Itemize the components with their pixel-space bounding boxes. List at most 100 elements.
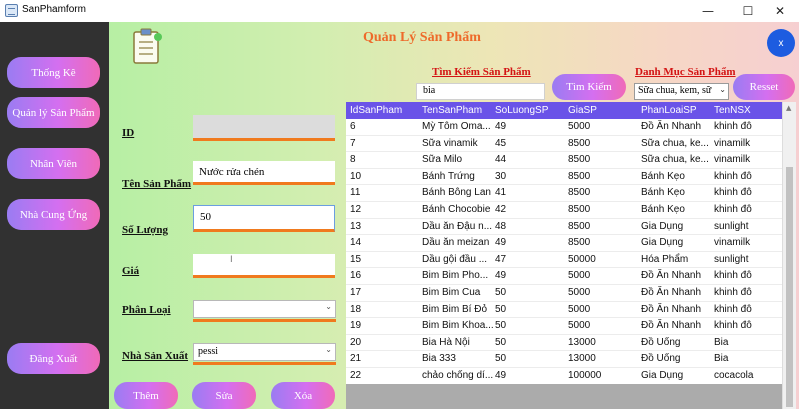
- table-cell: 8: [350, 154, 356, 166]
- table-cell: Dầu ăn Đậu n...: [422, 220, 493, 232]
- table-cell: sunlight: [714, 253, 749, 265]
- table-cell: 19: [350, 320, 362, 332]
- table-cell: khinh đô: [714, 187, 752, 199]
- table-cell: Đồ Ăn Nhanh: [641, 270, 702, 282]
- table-row[interactable]: 18 Bim Bim Bí Đỏ 50 5000 Đồ Ăn Nhanh khinh đô: [346, 301, 782, 319]
- minimize-button[interactable]: —: [688, 0, 728, 22]
- table-cell: 17: [350, 286, 362, 298]
- table-row[interactable]: 7 Sữa vinamik 45 8500 Sữa chua, ke... vinamil…: [346, 135, 782, 153]
- table-cell: Sữa vinamik: [422, 137, 478, 149]
- table-row[interactable]: 17 Bim Bim Cua 50 5000 Đồ Ăn Nhanh khinh đô: [346, 284, 782, 302]
- sidebar-item-quan-ly-san-pham[interactable]: Quản lý Sản Phẩm: [7, 97, 100, 128]
- window-titlebar: SanPhamform — ☐ ✕: [0, 0, 799, 22]
- manufacturer-select[interactable]: pessi ⌄: [193, 343, 336, 361]
- table-cell: 12: [350, 203, 362, 215]
- table-cell: 13000: [568, 336, 596, 348]
- column-header[interactable]: SoLuongSP: [495, 102, 565, 119]
- sidebar: Thống Kê Quản lý Sản Phẩm Nhân Viên Nhà …: [0, 22, 109, 409]
- table-cell: Bim Bim Khoa...: [422, 320, 494, 332]
- table-cell: 6: [350, 121, 356, 132]
- category-filter-select[interactable]: Sữa chua, kem, sữ ⌄: [634, 83, 729, 100]
- table-cell: Đồ Uống: [641, 336, 681, 348]
- column-header[interactable]: TenSanPham: [422, 102, 494, 119]
- window-close-button[interactable]: ✕: [760, 0, 799, 22]
- table-cell: 5000: [568, 286, 591, 298]
- table-row[interactable]: 8 Sữa Milo 44 8500 Sữa chua, ke... vinamilk: [346, 152, 782, 169]
- table-cell: sunlight: [714, 220, 749, 232]
- page-title: Quản Lý Sản Phẩm: [363, 30, 481, 45]
- category-select[interactable]: ⌄: [193, 300, 336, 318]
- table-cell: 15: [350, 253, 362, 265]
- table-cell: vinamilk: [714, 237, 751, 249]
- add-button[interactable]: Thêm: [114, 382, 178, 409]
- table-cell: Bánh Chocobie: [422, 203, 491, 215]
- table-cell: vinamilk: [714, 137, 751, 149]
- column-header[interactable]: PhanLoaiSP: [641, 102, 711, 119]
- table-cell: chảo chống dí...: [422, 369, 494, 381]
- table-row[interactable]: 20 Bia Hà Nội 50 13000 Đồ Uống Bia: [346, 334, 782, 352]
- table-row[interactable]: 22 chảo chống dí... 49 100000 Gia Dụng cocaco…: [346, 367, 782, 385]
- id-field[interactable]: [193, 115, 335, 141]
- table-row[interactable]: 13 Dầu ăn Đậu n... 48 8500 Gia Dụng sunlight: [346, 218, 782, 236]
- manufacturer-select-value: pessi: [198, 346, 218, 357]
- table-cell: 49: [495, 121, 507, 132]
- table-cell: 45: [495, 137, 507, 149]
- scroll-up-icon[interactable]: ▲: [786, 104, 791, 112]
- scrollbar-thumb[interactable]: [786, 167, 793, 407]
- table-cell: Dầu ăn meizan: [422, 237, 490, 249]
- grid-empty-area: [346, 384, 782, 409]
- table-cell: 7: [350, 137, 356, 149]
- quantity-field[interactable]: 50: [193, 205, 335, 232]
- table-row[interactable]: 19 Bim Bim Khoa... 50 5000 Đồ Ăn Nhanh khinh …: [346, 318, 782, 335]
- column-header[interactable]: IdSanPham: [350, 102, 418, 119]
- grid-scrollbar[interactable]: ▲: [782, 102, 796, 409]
- search-input[interactable]: bia: [416, 83, 545, 100]
- table-row[interactable]: 10 Bánh Trứng 30 8500 Bánh Kẹo khinh đô: [346, 168, 782, 186]
- chevron-down-icon: ⌄: [325, 302, 332, 311]
- reset-button[interactable]: Resset: [733, 74, 795, 100]
- logout-button[interactable]: Đăng Xuất: [7, 343, 100, 374]
- table-row[interactable]: 12 Bánh Chocobie 42 8500 Bánh Kẹo khinh đô: [346, 201, 782, 219]
- app-form-icon: [5, 4, 18, 17]
- table-cell: khinh đô: [714, 203, 752, 215]
- delete-button[interactable]: Xóa: [271, 382, 335, 409]
- table-cell: 42: [495, 203, 507, 215]
- edit-button[interactable]: Sửa: [192, 382, 256, 409]
- products-grid[interactable]: IdSanPham TenSanPham SoLuongSP GiaSP Pha…: [346, 102, 796, 409]
- column-header[interactable]: TenNSX: [714, 102, 780, 119]
- table-cell: khinh đô: [714, 270, 752, 282]
- chevron-down-icon: ⌄: [325, 345, 332, 354]
- table-row[interactable]: 11 Bánh Bông Lan 41 8500 Bánh Kẹo khinh đô: [346, 185, 782, 202]
- table-cell: 44: [495, 154, 507, 166]
- table-row[interactable]: 16 Bim Bim Pho... 49 5000 Đồ Ăn Nhanh khinh đ…: [346, 268, 782, 285]
- table-cell: 5000: [568, 303, 591, 315]
- table-row[interactable]: 6 Mỳ Tôm Oma... 49 5000 Đồ Ăn Nhanh khinh đô: [346, 119, 782, 136]
- table-row[interactable]: 15 Dầu gội đầu ... 47 50000 Hóa Phẩm sunlight: [346, 251, 782, 269]
- table-row[interactable]: 21 Bia 333 50 13000 Đồ Uống Bia: [346, 351, 782, 368]
- close-form-button[interactable]: x: [767, 29, 795, 57]
- table-cell: Hóa Phẩm: [641, 253, 689, 265]
- search-button[interactable]: Tìm Kiếm: [552, 74, 626, 100]
- table-cell: 11: [350, 187, 361, 199]
- window-title: SanPhamform: [22, 4, 86, 15]
- table-cell: 50: [495, 320, 507, 332]
- column-header[interactable]: GiaSP: [568, 102, 638, 119]
- table-cell: khinh đô: [714, 320, 752, 332]
- category-underline: [193, 319, 336, 322]
- price-field[interactable]: [193, 254, 335, 278]
- table-cell: 8500: [568, 137, 591, 149]
- product-name-field[interactable]: Nước rửa chén: [193, 161, 335, 185]
- table-cell: Bia Hà Nội: [422, 336, 470, 348]
- table-cell: Bánh Kẹo: [641, 203, 685, 215]
- sidebar-item-nha-cung-ung[interactable]: Nhà Cung Ứng: [7, 199, 100, 230]
- chevron-down-icon: ⌄: [719, 85, 726, 94]
- table-cell: Gia Dụng: [641, 237, 684, 249]
- table-cell: 50: [495, 353, 507, 365]
- search-label: Tìm Kiếm Sản Phẩm: [432, 66, 531, 78]
- table-cell: 18: [350, 303, 362, 315]
- table-cell: 49: [495, 270, 507, 282]
- table-row[interactable]: 14 Dầu ăn meizan 49 8500 Gia Dụng vinamilk: [346, 235, 782, 252]
- table-cell: 13: [350, 220, 362, 232]
- sidebar-item-nhan-vien[interactable]: Nhân Viên: [7, 148, 100, 179]
- sidebar-item-thong-ke[interactable]: Thống Kê: [7, 57, 100, 88]
